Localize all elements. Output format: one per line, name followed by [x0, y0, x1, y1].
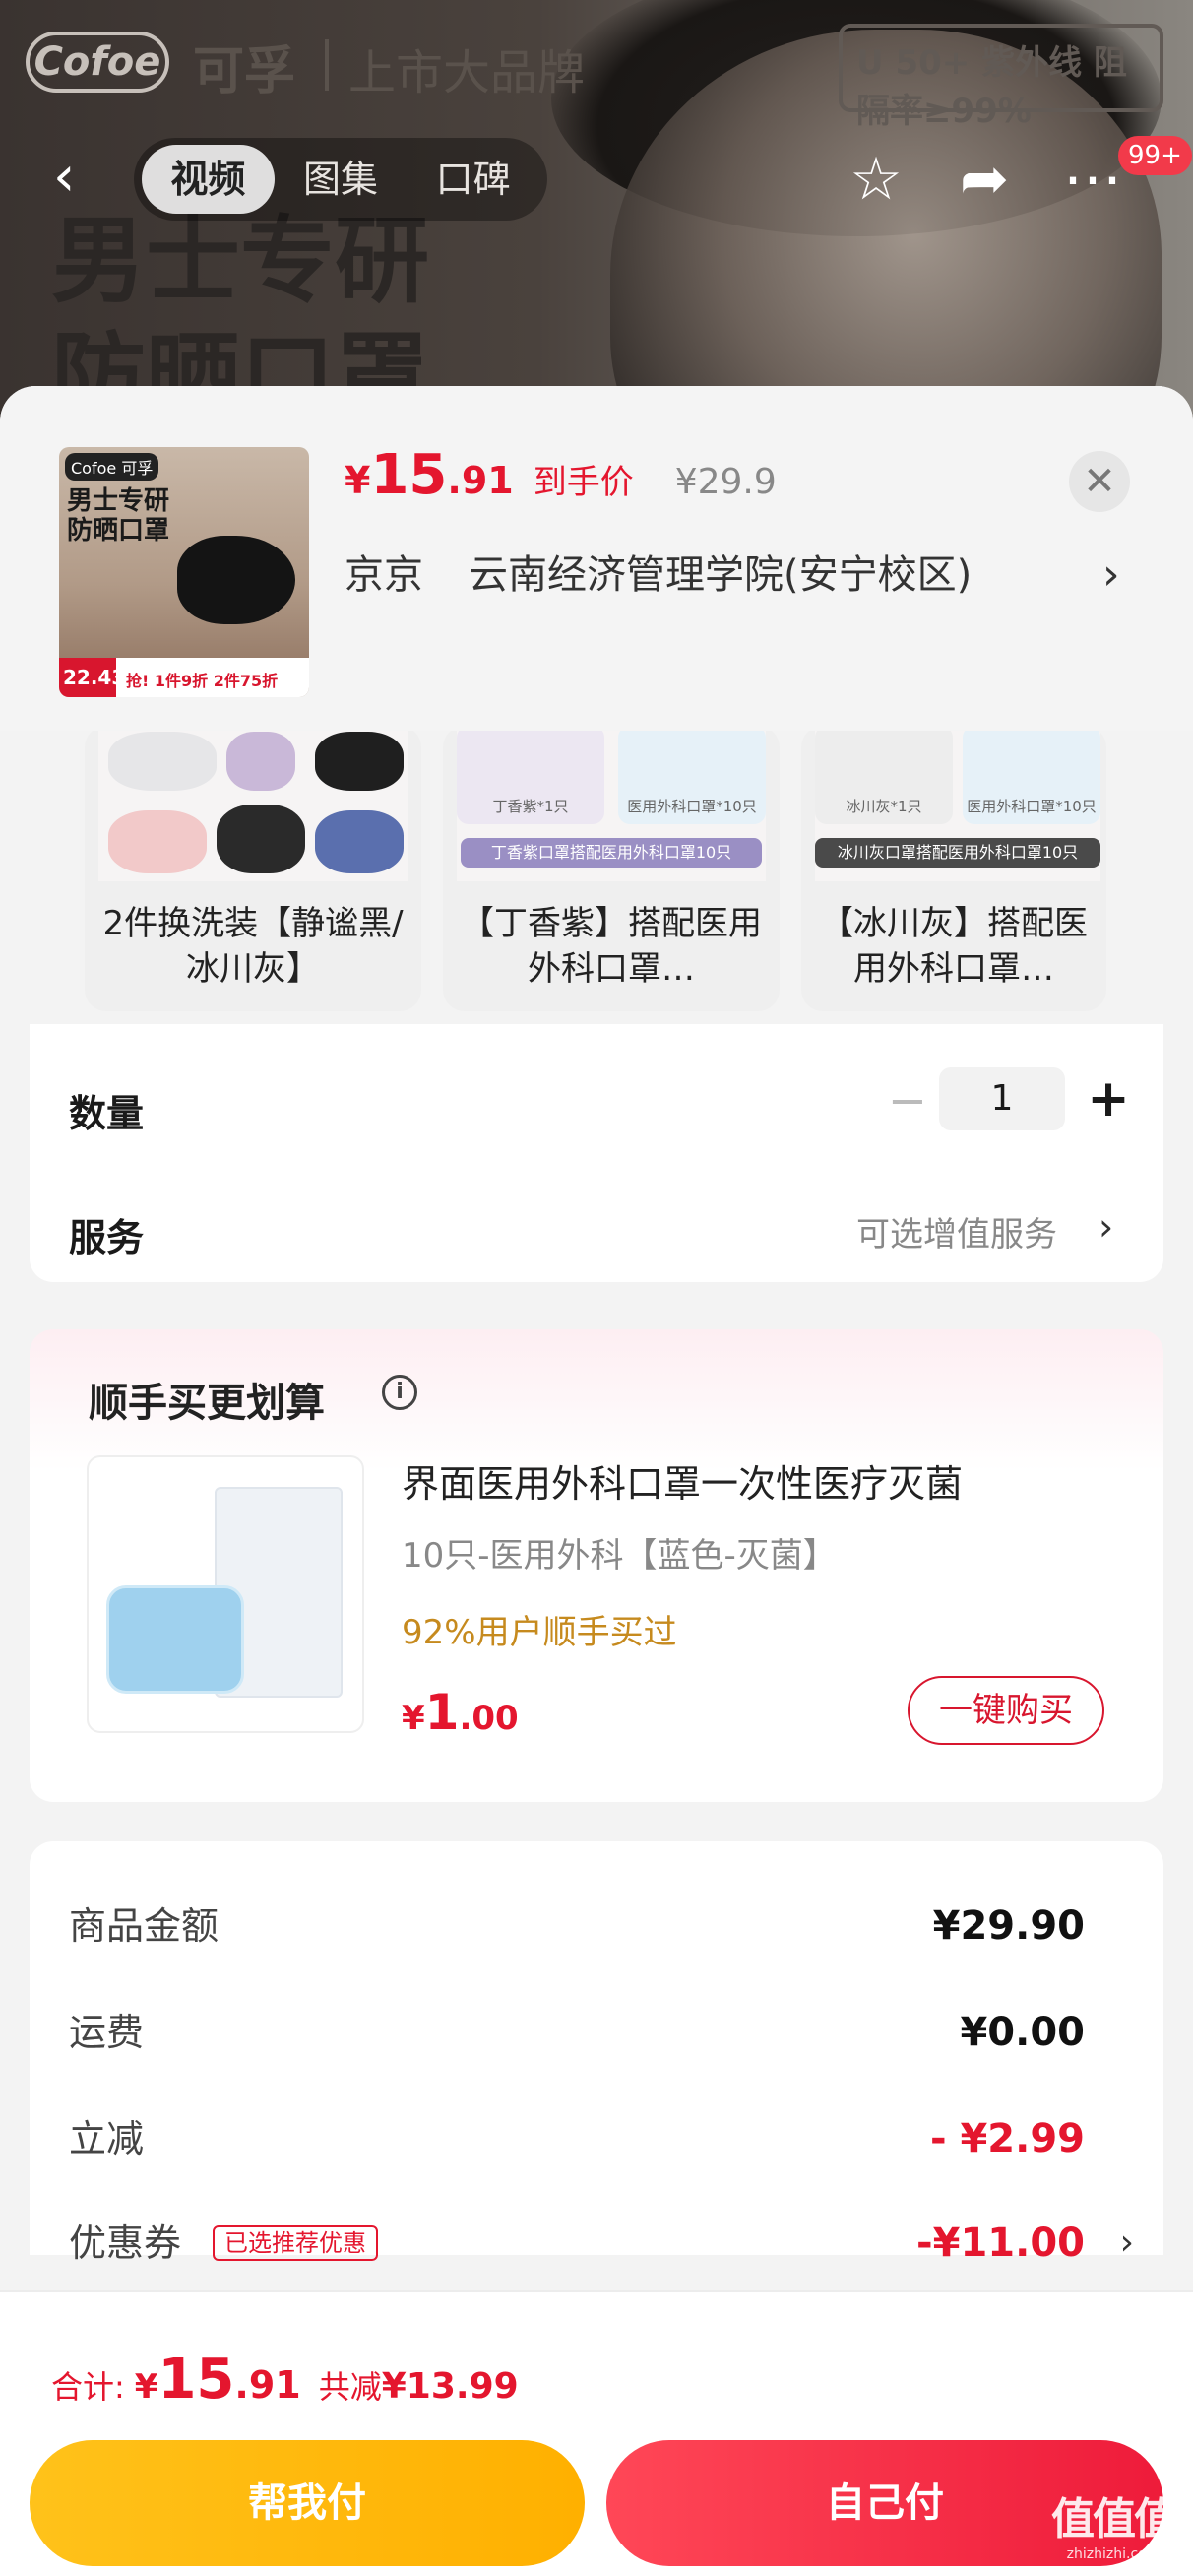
- media-tabs: 视频 图集 口碑: [134, 138, 547, 221]
- price-currency: ¥: [345, 459, 371, 502]
- chevron-right-icon[interactable]: ›: [1102, 546, 1120, 605]
- one-click-buy-button[interactable]: 一键购买: [908, 1676, 1104, 1745]
- sku-image: [98, 726, 408, 881]
- summary-row-goods: 商品金额 ¥29.90: [69, 1903, 1085, 1949]
- pay-by-friend-button[interactable]: 帮我付: [30, 2440, 585, 2566]
- sku-chip: 丁香紫口罩搭配医用外科口罩10只: [461, 838, 762, 868]
- sku-label: 【丁香紫】搭配医用外科口罩…: [461, 904, 762, 989]
- close-icon[interactable]: ✕: [1069, 451, 1130, 512]
- service-value[interactable]: 可选增值服务: [856, 1207, 1057, 1256]
- message-count-badge: 99+: [1118, 136, 1192, 175]
- sku-image: 冰川灰*1只 医用外科口罩*10只 冰川灰口罩搭配医用外科口罩10只: [815, 726, 1100, 881]
- summary-row-discount: 立减 - ¥2.99: [69, 2116, 1085, 2161]
- sku-option[interactable]: 冰川灰*1只 医用外科口罩*10只 冰川灰口罩搭配医用外科口罩10只 【冰川灰】…: [801, 726, 1106, 1011]
- thumb-price: 22.43: [59, 658, 125, 697]
- tab-video[interactable]: 视频: [142, 145, 275, 214]
- sku-mini-image: 冰川灰*1只: [815, 726, 953, 824]
- addon-product-name[interactable]: 界面医用外科口罩一次性医疗灭菌: [402, 1453, 963, 1508]
- star-icon[interactable]: ☆: [837, 140, 915, 219]
- sku-image: 丁香紫*1只 医用外科口罩*10只 丁香紫口罩搭配医用外科口罩10只: [457, 726, 766, 881]
- price-summary: 商品金额 ¥29.90 运费 ¥0.00 立减 - ¥2.99 优惠券 已选推荐…: [30, 1841, 1163, 2266]
- summary-row-coupon[interactable]: 优惠券 已选推荐优惠 -¥11.00 ›: [69, 2214, 1134, 2273]
- quantity-decrease-button[interactable]: −: [878, 1071, 937, 1130]
- addon-section: 顺手买更划算 i 界面医用外科口罩一次性医疗灭菌 10只-医用外科【蓝色-灭菌】…: [30, 1329, 1163, 1802]
- brand-logo: Cofoe: [26, 32, 169, 93]
- product-thumbnail[interactable]: Cofoe 可孚 男士专研 防晒口罩 抢! 1件9折 2件75折 22.43: [59, 447, 309, 697]
- brand-slogan: 上市大品牌: [348, 45, 586, 100]
- price-integer: 15: [370, 443, 448, 507]
- brand-separator: [325, 39, 329, 91]
- sku-mini-image: 丁香紫*1只: [457, 726, 604, 824]
- upf-badge: U 50+ 紫外线 阻隔率≥99%: [839, 24, 1163, 131]
- site-watermark: 值值值 zhizhizhi.com: [1051, 2494, 1177, 2562]
- addon-mask-image: [106, 1585, 244, 1694]
- address-city: 京京: [345, 552, 423, 598]
- share-icon[interactable]: ➦: [945, 140, 1024, 219]
- addon-product-spec: 10只-医用外科【蓝色-灭菌】: [402, 1536, 837, 1576]
- tab-gallery[interactable]: 图集: [275, 145, 408, 214]
- service-label: 服务: [69, 1216, 145, 1259]
- total-savings-value: ¥13.99: [381, 2366, 519, 2407]
- tab-reviews[interactable]: 口碑: [407, 145, 539, 214]
- back-icon[interactable]: ‹: [53, 148, 108, 207]
- price-decimal: .91: [447, 459, 514, 502]
- sku-chip: 冰川灰口罩搭配医用外科口罩10只: [815, 838, 1100, 868]
- addon-social-proof: 92%用户顺手买过: [402, 1613, 677, 1652]
- sku-mini-image: 医用外科口罩*10只: [618, 726, 766, 824]
- sku-label: 2件换洗装【静谧黑/冰川灰】: [102, 904, 404, 989]
- thumb-brand: Cofoe 可孚: [65, 453, 159, 481]
- original-price: ¥29.9: [674, 462, 777, 502]
- summary-row-shipping: 运费 ¥0.00: [69, 2010, 1085, 2055]
- chevron-right-icon[interactable]: ›: [1099, 1205, 1113, 1249]
- options-panel: 数量 − 1 + 服务 可选增值服务 ›: [30, 1024, 1163, 1282]
- total-price: 合计: ¥ 15 .91 共减 ¥13.99: [51, 2348, 519, 2412]
- address-detail: 云南经济管理学院(安宁校区): [469, 552, 973, 598]
- thumb-mask-image: [177, 536, 295, 624]
- sku-option[interactable]: 2件换洗装【静谧黑/冰川灰】: [85, 726, 421, 1011]
- sku-label: 【冰川灰】搭配医用外科口罩…: [820, 904, 1088, 989]
- price-line: ¥ 15 .91 到手价 ¥29.9: [345, 443, 777, 522]
- addon-product-image[interactable]: [87, 1455, 364, 1733]
- addon-title: 顺手买更划算: [89, 1381, 325, 1426]
- total-label: 合计:: [51, 2368, 125, 2406]
- coupon-tag: 已选推荐优惠: [213, 2225, 378, 2261]
- sheet-header: Cofoe 可孚 男士专研 防晒口罩 抢! 1件9折 2件75折 22.43 ¥…: [0, 386, 1193, 731]
- total-savings-label: 共减: [318, 2368, 382, 2406]
- product-hero-banner: Cofoe 可孚 上市大品牌 U 50+ 紫外线 阻隔率≥99% 男士专研 防晒…: [0, 0, 1193, 433]
- addon-price: ¥1.00: [402, 1684, 519, 1741]
- quantity-increase-button[interactable]: +: [1079, 1067, 1138, 1130]
- sku-option[interactable]: 丁香紫*1只 医用外科口罩*10只 丁香紫口罩搭配医用外科口罩10只 【丁香紫】…: [443, 726, 780, 1011]
- purchase-sheet: 2件换洗装【静谧黑/冰川灰】 丁香紫*1只 医用外科口罩*10只 丁香紫口罩搭配…: [0, 386, 1193, 2576]
- brand-name: 可孚: [193, 42, 296, 101]
- thumb-title: 男士专研 防晒口罩: [67, 486, 170, 546]
- quantity-input[interactable]: 1: [939, 1067, 1065, 1130]
- info-icon[interactable]: i: [382, 1375, 417, 1410]
- checkout-footer: 合计: ¥ 15 .91 共减 ¥13.99 帮我付 自己付: [0, 2290, 1193, 2576]
- sku-mini-image: 医用外科口罩*10只: [963, 726, 1100, 824]
- price-label: 到手价: [533, 463, 634, 502]
- quantity-label: 数量: [69, 1092, 145, 1135]
- chevron-right-icon[interactable]: ›: [1120, 2214, 1134, 2273]
- delivery-address[interactable]: 京京 云南经济管理学院(安宁校区): [345, 546, 1122, 605]
